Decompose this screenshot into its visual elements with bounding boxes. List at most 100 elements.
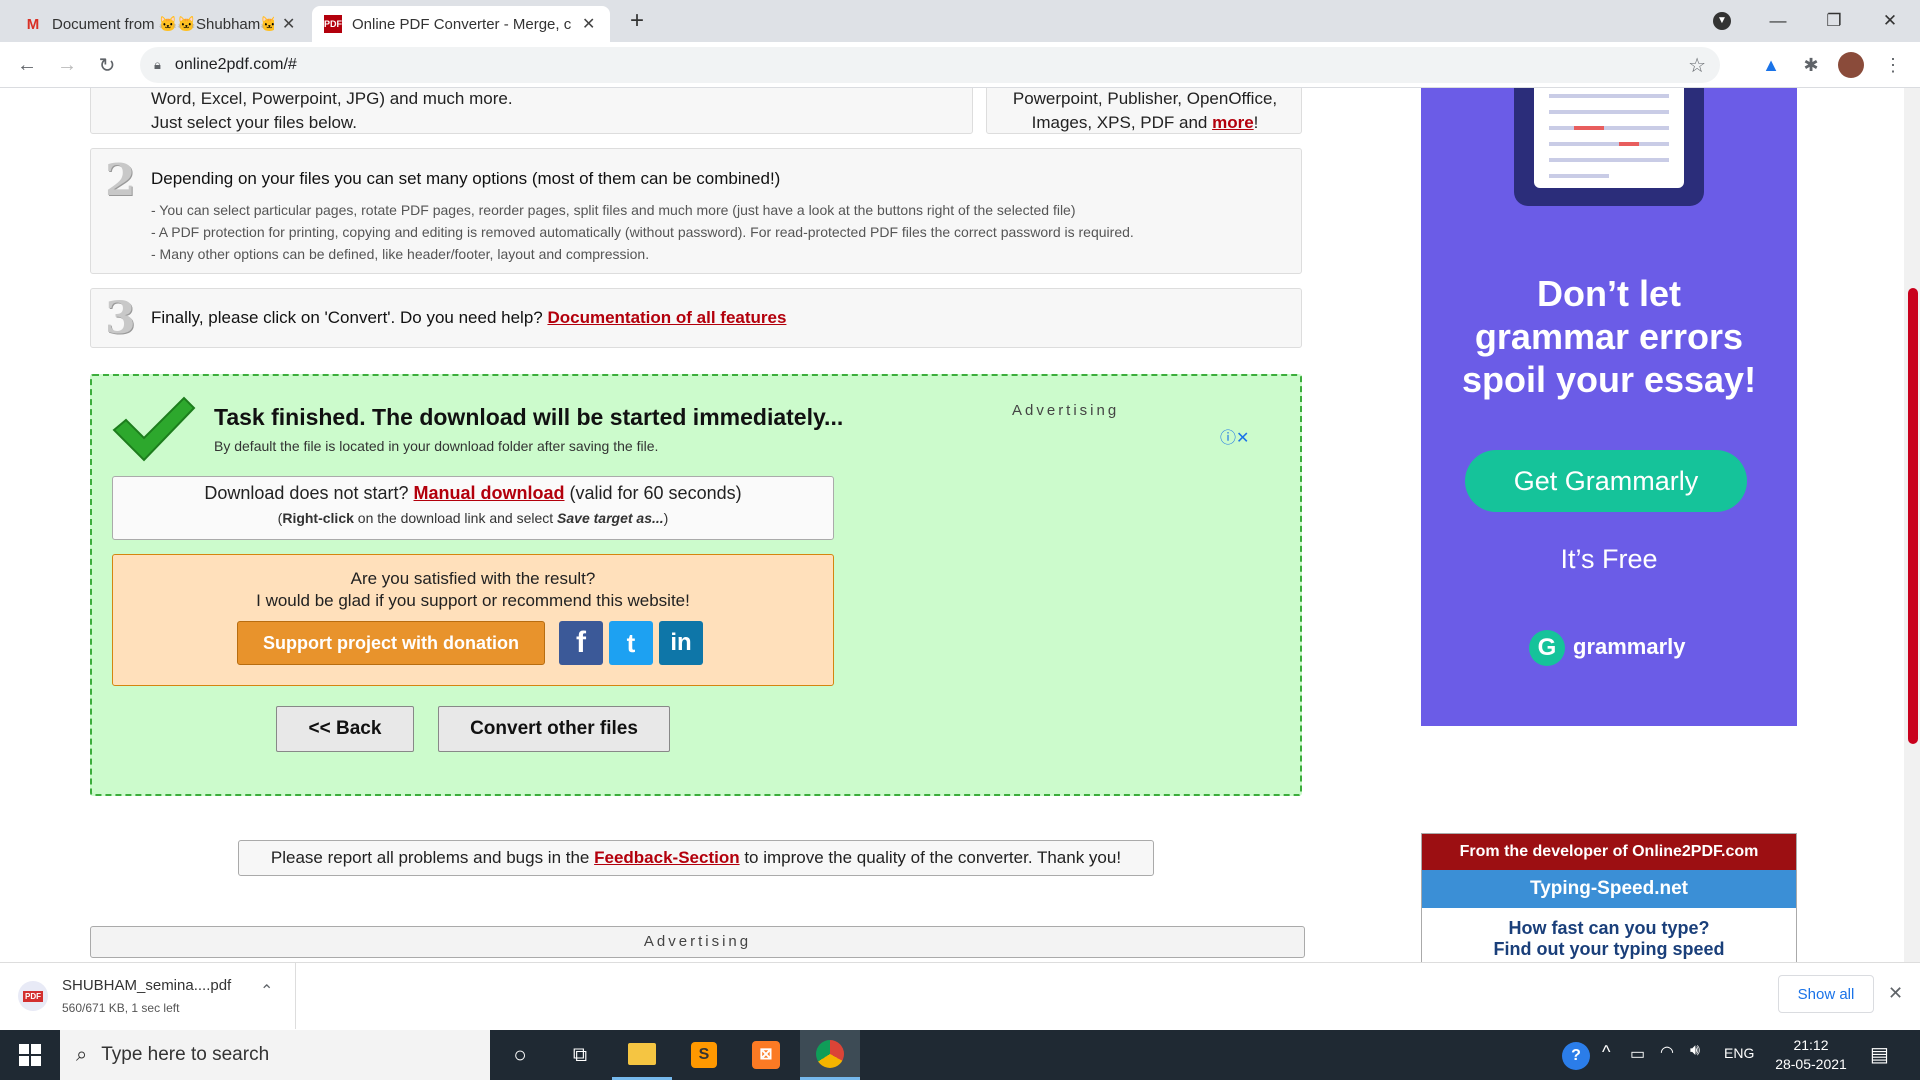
formats-line2: Images, XPS, PDF and [1031,113,1213,132]
profile-avatar[interactable] [1838,52,1864,78]
extension-icon[interactable]: ▲ [1758,52,1784,78]
hint-paren: ) [663,510,669,526]
chevron-up-tray-icon[interactable]: ^ [1602,1042,1610,1063]
reload-icon[interactable]: ↻ [92,50,122,80]
maximize-button[interactable]: ❐ [1806,0,1862,42]
developer-box-header: From the developer of Online2PDF.com [1422,834,1796,870]
grammarly-logo-icon: G [1529,630,1565,666]
linkedin-icon[interactable]: in [659,621,703,665]
step-1-line1: Word, Excel, Powerpoint, JPG) and much m… [151,89,513,108]
grammarly-ad[interactable]: Don’t let grammar errors spoil your essa… [1421,88,1797,726]
back-button[interactable]: << Back [276,706,414,752]
search-icon: ⌕ [76,1043,88,1066]
lock-icon: 🔒︎ [154,57,161,72]
ad-headline-line: grammar errors [1474,316,1744,357]
file-explorer-icon[interactable] [612,1030,672,1080]
tab-gmail[interactable]: M Document from 🐱🐱Shubham🐱 ✕ [12,6,310,42]
step-2-bullet: - You can select particular pages, rotat… [151,202,1076,218]
more-formats-link[interactable]: more [1212,113,1254,132]
hint-text: on the download link and select [353,510,558,526]
extensions-puzzle-icon[interactable]: ✱ [1798,52,1824,78]
convert-other-files-button[interactable]: Convert other files [438,706,670,752]
formats-line1: Powerpoint, Publisher, OpenOffice, [1012,89,1278,108]
close-download-bar-icon[interactable]: ✕ [1888,983,1903,1004]
close-tab-icon[interactable]: ✕ [282,14,295,34]
typing-speed-title[interactable]: Typing-Speed.net [1422,870,1796,908]
battery-icon[interactable]: ▭ [1630,1044,1645,1064]
task-finished-subtitle: By default the file is located in your d… [214,438,659,454]
chrome-icon[interactable] [800,1030,860,1080]
tab-search-icon[interactable]: ▼ [1694,0,1750,42]
task-view-icon[interactable]: ⧉ [550,1030,610,1080]
windows-start-icon[interactable] [0,1030,60,1080]
grammarly-brand: grammarly [1573,634,1686,659]
page-content: Word, Excel, Powerpoint, JPG) and much m… [0,88,1920,962]
sublime-text-icon[interactable]: S [674,1030,734,1080]
ad-device-illustration [1514,88,1704,206]
gmail-icon: M [26,15,40,33]
address-bar[interactable]: 🔒︎ online2pdf.com/# ☆ [140,47,1720,83]
volume-icon[interactable]: 🔊︎ [1690,1042,1700,1060]
hint-save-target: Save target as... [557,510,664,526]
step-1-line2: Just select your files below. [151,113,357,132]
get-grammarly-button[interactable]: Get Grammarly [1465,450,1747,512]
step-2-box: 2 Depending on your files you can set ma… [90,148,1302,274]
bookmark-star-icon[interactable]: ☆ [1688,53,1706,78]
ad-free-text: It’s Free [1560,544,1658,574]
step-3-box: 3 Finally, please click on 'Convert'. Do… [90,288,1302,348]
checkmark-icon [112,396,196,462]
tab-title: Document from 🐱🐱Shubham🐱 [52,16,274,33]
twitter-icon[interactable]: t [609,621,653,665]
manual-download-link[interactable]: Manual download [414,483,565,503]
close-tab-icon[interactable]: ✕ [582,14,595,34]
cortana-icon[interactable]: ○ [490,1030,550,1080]
new-tab-button[interactable]: + [622,6,652,36]
tab-strip: M Document from 🐱🐱Shubham🐱 ✕ PDF Online … [0,0,1920,42]
ad-headline-line: Don’t let [1537,273,1681,314]
manual-download-suffix: (valid for 60 seconds) [564,483,742,503]
step-2-bullet: - Many other options can be defined, lik… [151,246,650,262]
typing-question: How fast can you type? [1508,918,1710,938]
facebook-icon[interactable]: f [559,621,603,665]
xampp-icon[interactable]: ⊠ [736,1030,796,1080]
hint-right-click: Right-click [282,510,354,526]
clock[interactable]: 21:12 28-05-2021 [1766,1036,1856,1074]
chevron-up-icon[interactable]: ⌃ [260,981,273,1001]
support-text: I would be glad if you support or recomm… [256,591,690,610]
help-icon[interactable]: ? [1562,1042,1590,1070]
feedback-box: Please report all problems and bugs in t… [238,840,1154,876]
feedback-section-link[interactable]: Feedback-Section [594,848,740,867]
wifi-icon[interactable]: ◠ [1660,1042,1674,1062]
pdf-icon: PDF [324,15,342,33]
menu-kebab-icon[interactable]: ⋮ [1880,52,1906,78]
back-arrow-icon[interactable]: ← [12,50,42,80]
ad-choices-icon[interactable]: ⓘ✕ [1220,424,1249,448]
documentation-link[interactable]: Documentation of all features [547,308,786,327]
notifications-icon[interactable]: ▤ [1870,1042,1889,1067]
manual-download-prefix: Download does not start? [204,483,414,503]
donate-button[interactable]: Support project with donation [237,621,545,665]
step-1-formats-box: Powerpoint, Publisher, OpenOffice, Image… [986,88,1302,134]
clock-date: 28-05-2021 [1775,1056,1847,1072]
language-indicator[interactable]: ENG [1724,1045,1754,1061]
task-finished-panel: Task finished. The download will be star… [90,374,1302,796]
formats-bang: ! [1253,113,1259,132]
close-window-button[interactable]: ✕ [1862,0,1918,42]
bottom-advertising-bar: Advertising [90,926,1305,958]
forward-arrow-icon[interactable]: → [52,50,82,80]
developer-box: From the developer of Online2PDF.com Typ… [1421,833,1797,962]
pdf-file-icon: PDF [18,981,48,1011]
satisfied-text: Are you satisfied with the result? [350,569,596,588]
step-2-number: 2 [105,155,136,206]
windows-taskbar: ⌕ Type here to search ○ ⧉ S ⊠ ? ^ ▭ ◠ 🔊︎… [0,1030,1920,1080]
advertising-label: Advertising [1012,402,1120,419]
taskbar-search-box[interactable]: ⌕ Type here to search [60,1030,490,1080]
download-item[interactable]: PDF SHUBHAM_semina....pdf 560/671 KB, 1 … [4,963,296,1029]
tab-online2pdf[interactable]: PDF Online PDF Converter - Merge, c ✕ [312,6,610,42]
step-2-title: Depending on your files you can set many… [151,169,781,188]
minimize-button[interactable]: — [1750,0,1806,42]
show-all-button[interactable]: Show all [1778,975,1874,1013]
page-scrollbar[interactable] [1904,88,1920,962]
scrollbar-thumb[interactable] [1908,288,1918,744]
download-status: 560/671 KB, 1 sec left [62,1001,180,1015]
